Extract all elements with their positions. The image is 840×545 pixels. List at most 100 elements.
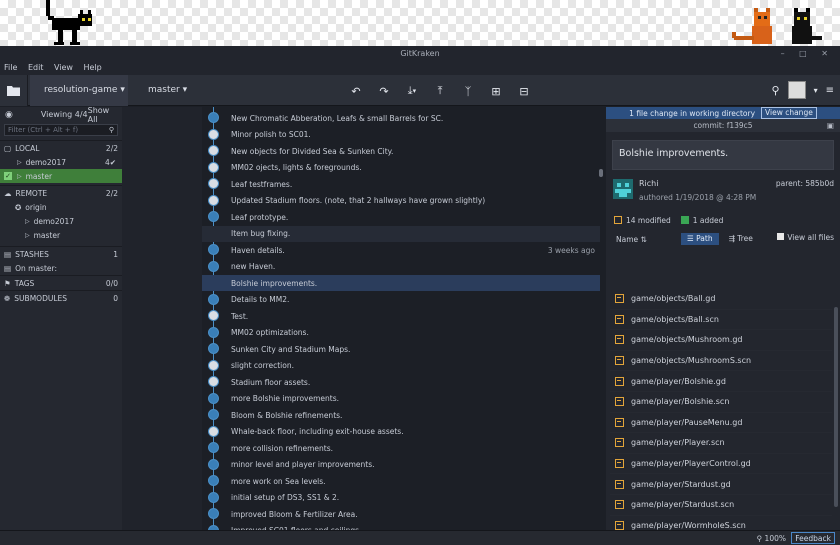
file-row[interactable]: game/player/PauseMenu.gd bbox=[610, 413, 832, 434]
commit-row[interactable]: Haven details. 3 weeks ago bbox=[202, 242, 600, 258]
filter-input[interactable]: Filter (Ctrl + Alt + f) ⚲ bbox=[4, 124, 118, 136]
section-submodules[interactable]: ❁ SUBMODULES 0 bbox=[0, 290, 122, 305]
section-local[interactable]: ▢ LOCAL 2/2 bbox=[0, 140, 122, 155]
file-row[interactable]: game/player/Bolshie.scn bbox=[610, 392, 832, 413]
commit-row[interactable]: Sunken City and Stadium Maps. bbox=[202, 341, 600, 357]
menu-file[interactable]: File bbox=[4, 63, 17, 72]
submodule-icon: ❁ bbox=[4, 293, 11, 303]
commit-row[interactable]: Bolshie improvements. bbox=[202, 275, 600, 291]
commit-row[interactable]: Minor polish to SC01. bbox=[202, 127, 600, 143]
commit-row[interactable]: more collision refinements. bbox=[202, 440, 600, 456]
pop-icon[interactable]: ⊟ bbox=[516, 83, 532, 99]
commit-row[interactable]: New Chromatic Abberation, Leafs & small … bbox=[202, 110, 600, 126]
title-bar: GitKraken – □ ✕ bbox=[0, 46, 840, 61]
stash-icon[interactable]: ⊞ bbox=[488, 83, 504, 99]
commit-row[interactable]: new Haven. bbox=[202, 259, 600, 275]
menu-view[interactable]: View bbox=[54, 63, 73, 72]
viewing-count: 4/4 bbox=[74, 110, 88, 119]
commit-message: more work on Sea levels. bbox=[231, 476, 326, 486]
pull-icon[interactable]: ⤓ ▾ bbox=[404, 83, 420, 99]
tab-path[interactable]: ☰ Path bbox=[681, 233, 719, 245]
push-icon[interactable]: ⤒ bbox=[432, 83, 448, 99]
open-repo-button[interactable] bbox=[0, 75, 28, 106]
profile-avatar[interactable] bbox=[787, 81, 806, 99]
commit-row[interactable]: minor level and player improvements. bbox=[202, 457, 600, 473]
file-row[interactable]: game/objects/Ball.scn bbox=[610, 310, 832, 331]
search-icon[interactable]: ⚲ bbox=[772, 84, 780, 97]
name-sort[interactable]: Name ⇅ bbox=[616, 235, 647, 244]
show-all-link[interactable]: Show All bbox=[88, 106, 117, 124]
view-change-button[interactable]: View change bbox=[761, 107, 817, 119]
commit-message: Stadium floor assets. bbox=[231, 377, 311, 387]
visibility-icon[interactable]: ◉ bbox=[5, 110, 13, 120]
commit-message-box[interactable]: Bolshie improvements. bbox=[612, 140, 834, 170]
commit-row[interactable]: Leaf testframes. bbox=[202, 176, 600, 192]
file-row[interactable]: game/objects/MushroomS.scn bbox=[610, 351, 832, 372]
file-row[interactable]: game/player/Stardust.gd bbox=[610, 474, 832, 495]
file-row[interactable]: game/player/Player.scn bbox=[610, 433, 832, 454]
commit-row[interactable]: Bloom & Bolshie refinements. bbox=[202, 407, 600, 423]
redo-icon[interactable]: ↷ bbox=[376, 83, 392, 99]
feedback-button[interactable]: Feedback bbox=[791, 532, 835, 544]
chevron-down-icon[interactable]: ▾ bbox=[814, 86, 818, 95]
graph-scrollbar[interactable] bbox=[599, 169, 603, 177]
gitkraken-window: GitKraken – □ ✕ File Edit View Help reso… bbox=[0, 46, 840, 545]
section-remote[interactable]: ☁ REMOTE 2/2 bbox=[0, 185, 122, 200]
expand-icon[interactable]: ▣ bbox=[827, 119, 834, 132]
commit-row[interactable]: slight correction. bbox=[202, 358, 600, 374]
branch-selector[interactable]: master ▾ bbox=[134, 75, 196, 106]
commit-row[interactable]: Test. bbox=[202, 308, 600, 324]
file-path: game/objects/Ball.scn bbox=[631, 314, 719, 324]
modified-file-icon bbox=[615, 500, 624, 510]
commit-row[interactable]: MM02 ojects, lights & foregrounds. bbox=[202, 160, 600, 176]
commit-row[interactable]: Updated Stadium floors. (note, that 2 ha… bbox=[202, 193, 600, 209]
modified-file-icon bbox=[615, 335, 624, 345]
file-row[interactable]: game/objects/Ball.gd bbox=[610, 289, 832, 310]
parent-sha[interactable]: parent: 585b0d bbox=[776, 179, 834, 188]
commit-row[interactable]: improved Bloom & Fertilizer Area. bbox=[202, 506, 600, 522]
commit-row[interactable]: Item bug fixing. bbox=[202, 225, 600, 242]
commit-row[interactable]: Details to MM2. bbox=[202, 292, 600, 308]
commit-row[interactable]: more Bolshie improvements. bbox=[202, 391, 600, 407]
view-all-files-toggle[interactable]: View all files bbox=[777, 233, 834, 242]
repo-selector[interactable]: resolution-game ▾ bbox=[30, 75, 128, 106]
stash-item[interactable]: ▤ On master: bbox=[0, 261, 122, 275]
branch-item-demo2017[interactable]: ▷ demo2017 4✔ bbox=[0, 155, 122, 169]
remote-icon: ✪ bbox=[15, 202, 22, 212]
menu-help[interactable]: Help bbox=[84, 63, 102, 72]
menu-edit[interactable]: Edit bbox=[28, 63, 44, 72]
file-row[interactable]: game/objects/Mushroom.gd bbox=[610, 330, 832, 351]
file-list-scrollbar[interactable] bbox=[834, 307, 838, 507]
commit-message: Bolshie improvements. bbox=[231, 278, 318, 288]
file-row[interactable]: game/player/PlayerControl.gd bbox=[610, 454, 832, 475]
commit-row[interactable]: New objects for Divided Sea & Sunken Cit… bbox=[202, 143, 600, 159]
commit-row[interactable]: more work on Sea levels. bbox=[202, 473, 600, 489]
toolbar: resolution-game ▾ master ▾ ↶ ↷ ⤓ ▾ ⤒ ᛉ ⊞ … bbox=[0, 75, 840, 106]
file-row[interactable]: game/player/Bolshie.gd bbox=[610, 371, 832, 392]
remote-branch-demo2017[interactable]: ▷ demo2017 bbox=[0, 214, 122, 228]
commit-row[interactable]: Leaf prototype. bbox=[202, 209, 600, 225]
undo-icon[interactable]: ↶ bbox=[348, 83, 364, 99]
modified-file-icon bbox=[615, 314, 624, 324]
section-tags[interactable]: ⚑ TAGS 0/0 bbox=[0, 275, 122, 290]
tab-tree[interactable]: ⇶ Tree bbox=[723, 233, 759, 245]
section-stashes[interactable]: ▤ STASHES 1 bbox=[0, 246, 122, 261]
remote-origin[interactable]: ✪ origin bbox=[0, 200, 122, 214]
commit-header: commit: f139c5 ▣ bbox=[606, 119, 840, 132]
wip-banner: 1 file change in working directory View … bbox=[606, 107, 840, 119]
zoom-icon: ⚲ bbox=[756, 534, 763, 543]
ahead-badge: 4✔ bbox=[104, 157, 116, 167]
chevron-down-icon: ▾ bbox=[120, 85, 125, 95]
remote-branch-master[interactable]: ▷ master bbox=[0, 228, 122, 242]
menu-icon[interactable]: ≡ bbox=[826, 85, 834, 96]
commit-row[interactable]: Stadium floor assets. bbox=[202, 374, 600, 390]
window-controls[interactable]: – □ ✕ bbox=[781, 46, 834, 61]
zoom-level[interactable]: ⚲ 100% bbox=[757, 534, 786, 543]
commit-row[interactable]: MM02 optimizations. bbox=[202, 325, 600, 341]
commit-row[interactable]: Whale-back floor, including exit-house a… bbox=[202, 424, 600, 440]
file-row[interactable]: game/player/Stardust.scn bbox=[610, 495, 832, 516]
commit-sha: commit: f139c5 bbox=[693, 121, 753, 130]
commit-row[interactable]: initial setup of DS3, SS1 & 2. bbox=[202, 490, 600, 506]
branch-item-master[interactable]: ✓ ▷ master bbox=[0, 169, 122, 183]
branch-icon[interactable]: ᛉ bbox=[460, 83, 476, 99]
